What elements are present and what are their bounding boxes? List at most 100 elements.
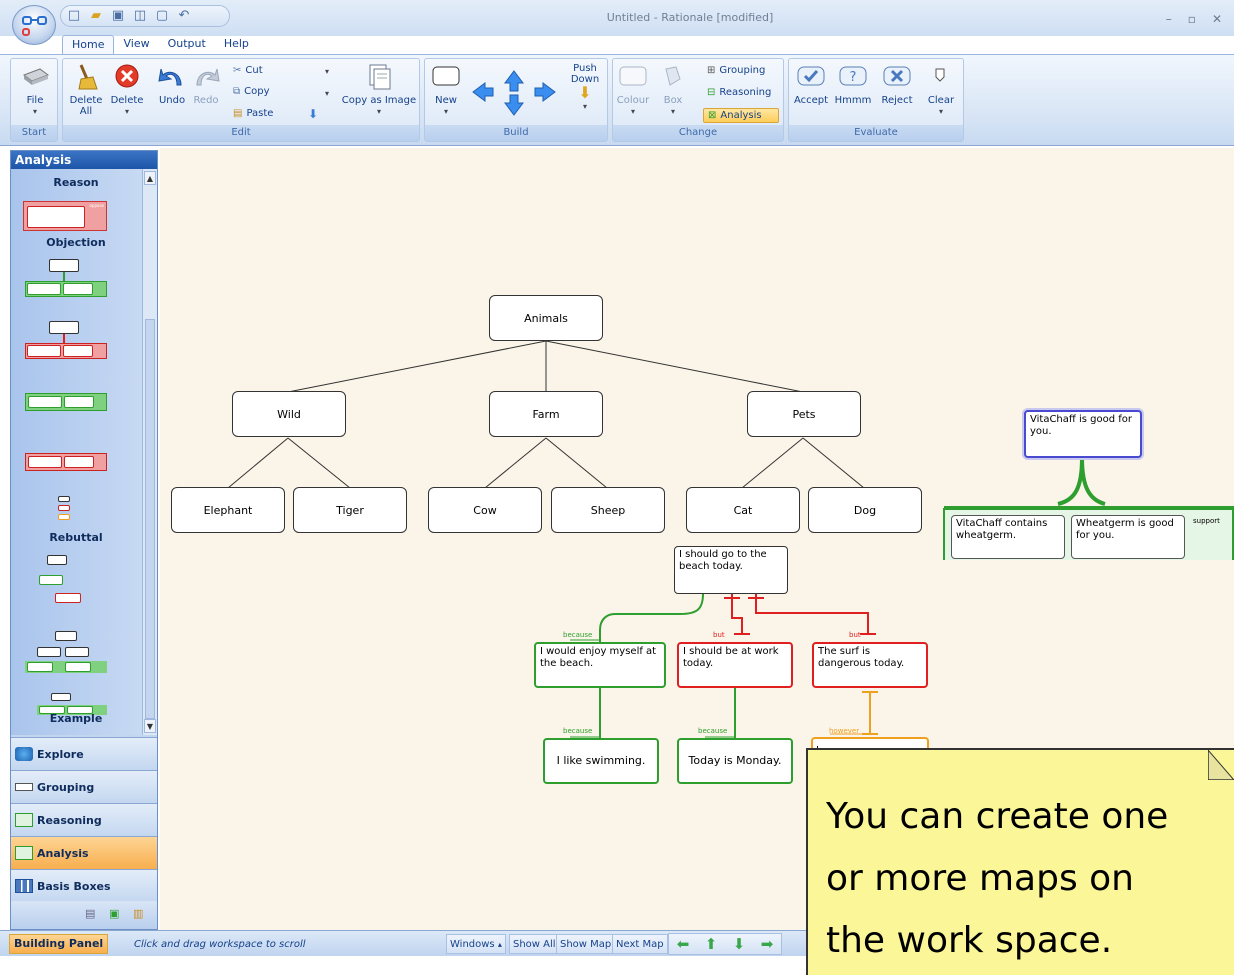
nav-grouping[interactable]: Grouping	[11, 770, 157, 803]
analysis-reason[interactable]: I like swimming.	[543, 738, 659, 784]
accept-button[interactable]: Accept	[791, 63, 831, 106]
delete-button[interactable]: Delete ▾	[107, 63, 147, 117]
colour-button[interactable]: Colour ▾	[615, 63, 651, 117]
arrow-left-icon[interactable]: ⬅	[677, 935, 690, 953]
map-node-farm[interactable]: Farm	[489, 391, 603, 437]
box-style-icon	[665, 66, 681, 86]
scroll-up-icon[interactable]: ▲	[144, 171, 156, 185]
push-down-arrow-icon: ⬇	[578, 83, 592, 102]
map-node-tiger[interactable]: Tiger	[293, 487, 407, 533]
callout-line: the work space.	[826, 920, 1113, 961]
map-node-wild[interactable]: Wild	[232, 391, 346, 437]
windows-button[interactable]: Windows ▴	[446, 934, 506, 954]
close-icon[interactable]: ✕	[1212, 12, 1222, 26]
map-node-elephant[interactable]: Elephant	[171, 487, 285, 533]
show-all-button[interactable]: Show All	[509, 934, 560, 954]
tab-output[interactable]: Output	[159, 35, 215, 55]
hmmm-button[interactable]: ? Hmmm	[833, 63, 873, 106]
map-node-cow[interactable]: Cow	[428, 487, 542, 533]
question-icon: ?	[839, 66, 867, 86]
arrow-right-icon[interactable]: ➡	[761, 935, 774, 953]
paste-down-arrow-icon[interactable]: ⬇	[308, 107, 318, 121]
restore-icon[interactable]: ▫	[1188, 12, 1196, 26]
tab-help[interactable]: Help	[215, 35, 258, 55]
tutorial-callout: You can create one or more maps on the w…	[806, 748, 1234, 975]
clear-button[interactable]: Clear ▾	[923, 63, 959, 117]
analysis-objection[interactable]: I should be at work today.	[677, 642, 793, 688]
building-panel-button[interactable]: Building Panel	[9, 934, 109, 954]
grouping-mode-button[interactable]: ⊞ Grouping	[707, 65, 765, 76]
map-node-dog[interactable]: Dog	[808, 487, 922, 533]
analysis-reason[interactable]: Today is Monday.	[677, 738, 793, 784]
scroll-down-icon[interactable]: ▼	[144, 719, 156, 733]
palette-box	[27, 206, 85, 228]
push-down-button[interactable]: Push Down ⬇ ▾	[565, 63, 605, 112]
arrow-down-icon[interactable]	[504, 94, 524, 116]
palette-objection-template[interactable]	[25, 321, 107, 371]
palette-scrollbar[interactable]: ▲ ▼	[142, 169, 157, 735]
palette-reason-item[interactable]: oppose	[23, 201, 107, 231]
palette-support-template[interactable]	[25, 259, 107, 309]
analysis-contention[interactable]: I should go to the beach today.	[674, 546, 788, 594]
nav-explore[interactable]: Explore	[11, 737, 157, 770]
nav-reasoning[interactable]: Reasoning	[11, 803, 157, 836]
tab-view[interactable]: View	[114, 35, 158, 55]
group-label: Change	[613, 125, 783, 141]
cut-dropdown-icon[interactable]: ▾	[325, 67, 329, 76]
cut-button[interactable]: ✂ Cut	[233, 65, 263, 76]
ribbon: File ▾ Start Delete All Delete ▾ Undo Re…	[0, 54, 1234, 146]
redo-arrow-icon	[196, 68, 220, 86]
copy-button[interactable]: ⧉ Copy	[233, 86, 270, 97]
reasoning-claim[interactable]: VitaChaff is good for you.	[1024, 410, 1142, 458]
arrow-up-icon[interactable]: ⬆	[705, 935, 718, 953]
analysis-objection[interactable]: The surf is dangerous today.	[812, 642, 928, 688]
palette-small-chain[interactable]	[55, 496, 75, 532]
copy-dropdown-icon[interactable]: ▾	[325, 89, 329, 98]
reasoning-mode-button[interactable]: ⊟ Reasoning	[707, 87, 771, 98]
group-label: Edit	[63, 125, 419, 141]
reject-button[interactable]: Reject	[877, 63, 917, 106]
panel-option-icon[interactable]: ▤	[85, 907, 95, 920]
panel-option-icon[interactable]: ▣	[109, 907, 119, 920]
map-node-animals[interactable]: Animals	[489, 295, 603, 341]
paste-button[interactable]: ▤ Paste	[233, 108, 273, 119]
reasoning-reason[interactable]: Wheatgerm is good for you.	[1071, 515, 1185, 559]
palette-co-premise-objection[interactable]	[25, 453, 107, 471]
palette-co-premise-support[interactable]	[25, 393, 107, 411]
analysis-mode-button[interactable]: ⊠ Analysis	[703, 108, 779, 123]
arrow-left-icon[interactable]	[472, 82, 494, 102]
tab-home[interactable]: Home	[62, 35, 115, 55]
redo-button[interactable]: Redo	[189, 63, 223, 106]
map-node-sheep[interactable]: Sheep	[551, 487, 665, 533]
scrollbar-thumb[interactable]	[145, 319, 155, 719]
group-label: Evaluate	[789, 125, 963, 141]
arrow-right-icon[interactable]	[534, 82, 556, 102]
reasoning-reason[interactable]: VitaChaff contains wheatgerm.	[951, 515, 1065, 559]
box-button[interactable]: Box ▾	[655, 63, 691, 117]
file-button[interactable]: File ▾	[15, 63, 55, 117]
chevron-down-icon: ▾	[582, 102, 587, 111]
map-node-cat[interactable]: Cat	[686, 487, 800, 533]
new-box-button[interactable]: New ▾	[429, 63, 463, 117]
analysis-reason[interactable]: I would enjoy myself at the beach.	[534, 642, 666, 688]
delete-all-button[interactable]: Delete All	[67, 63, 105, 117]
undo-button[interactable]: Undo	[155, 63, 189, 106]
palette-rebuttal-template[interactable]	[33, 555, 93, 625]
colour-swatch-icon	[619, 66, 647, 86]
copy-as-image-button[interactable]: Copy as Image ▾	[339, 63, 419, 117]
arrow-down-icon[interactable]: ⬇	[733, 935, 746, 953]
map-node-pets[interactable]: Pets	[747, 391, 861, 437]
minimize-icon[interactable]: –	[1166, 12, 1172, 26]
nav-analysis[interactable]: Analysis	[11, 836, 157, 869]
palette-example-template[interactable]	[25, 631, 107, 677]
clear-eraser-icon	[935, 68, 945, 82]
palette-label-objection: Objection	[46, 236, 106, 249]
show-map-button[interactable]: Show Map	[556, 934, 616, 954]
arrow-up-icon[interactable]	[504, 70, 524, 92]
next-map-button[interactable]: Next Map	[612, 934, 668, 954]
panel-option-icon[interactable]: ▥	[133, 907, 143, 920]
application-menu-button[interactable]	[12, 5, 56, 45]
callout-line: or more maps on	[826, 858, 1134, 899]
nav-basis-boxes[interactable]: Basis Boxes	[11, 869, 157, 902]
palette-cue: oppose	[89, 203, 104, 208]
